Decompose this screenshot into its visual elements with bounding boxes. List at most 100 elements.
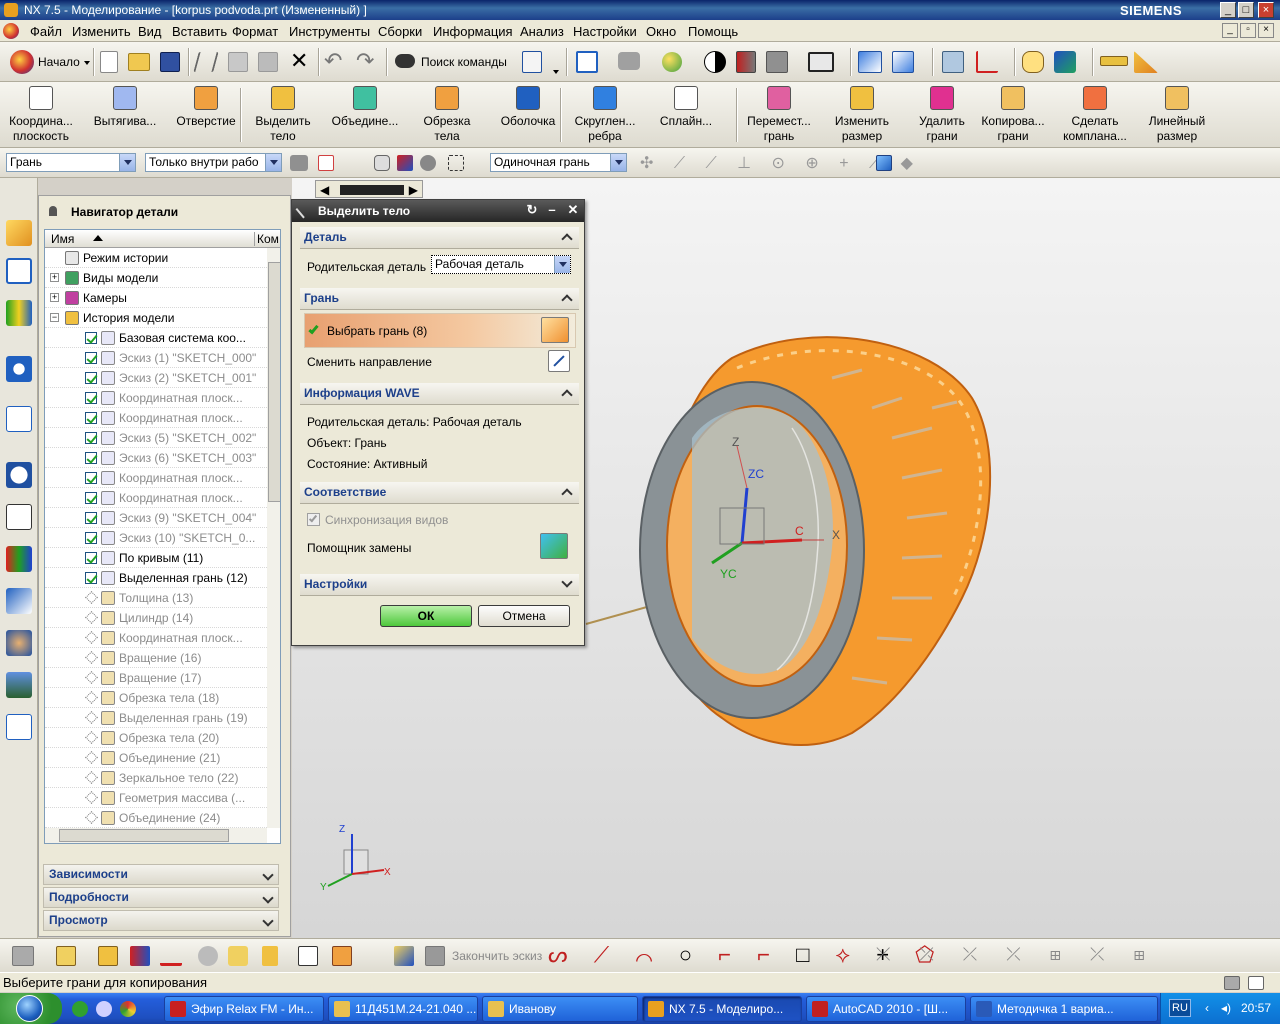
taskbar-task[interactable]: Иванову [482, 996, 638, 1022]
feature-checkbox[interactable] [85, 412, 97, 424]
show-hide-icon[interactable] [420, 155, 436, 171]
section-view-icon[interactable] [736, 51, 756, 73]
section-face[interactable]: Грань [300, 288, 579, 310]
tree-row[interactable]: Координатная плоск... [45, 408, 267, 428]
start-icon[interactable] [10, 50, 34, 74]
mdi-restore-button[interactable]: ▫ [1240, 23, 1256, 38]
roles-icon[interactable] [6, 588, 32, 614]
tree-row[interactable]: Эскиз (6) "SKETCH_003" [45, 448, 267, 468]
preview-section[interactable]: Просмотр [43, 910, 279, 931]
clearance-icon[interactable] [298, 946, 318, 966]
navigator-tree[interactable]: Имя Ком Режим истории + Виды модели + Камеры… [44, 229, 281, 844]
close-icon[interactable]: ✕ [565, 203, 581, 219]
resize-button[interactable]: Изменить размер [826, 84, 898, 146]
feature-checkbox[interactable] [85, 392, 97, 404]
copy-face-button[interactable]: Копирова... грани [978, 84, 1048, 146]
reuse-library-icon[interactable] [6, 300, 32, 326]
hd3d-tools-icon[interactable] [6, 356, 32, 382]
open-folder-icon[interactable] [128, 53, 150, 71]
copy-icon[interactable] [228, 52, 248, 72]
chevron-down-icon[interactable] [554, 256, 570, 273]
part-navigator-icon[interactable] [6, 258, 32, 284]
tree-row[interactable]: Эскиз (1) "SKETCH_000" [45, 348, 267, 368]
datum-plane-button[interactable]: Координа... плоскость [2, 84, 80, 146]
select-face-row[interactable]: Выбрать грань (8) [304, 313, 576, 348]
selection-scope-select[interactable]: Только внутри рабо [145, 153, 282, 172]
replace-assistant-icon[interactable] [540, 533, 568, 559]
sync-views-checkbox[interactable] [307, 513, 320, 526]
name-column-header[interactable]: Имя [51, 232, 74, 246]
tree-row[interactable]: Эскиз (9) "SKETCH_004" [45, 508, 267, 528]
menu-item-8[interactable]: Анализ [520, 24, 564, 39]
start-button[interactable]: Начало [38, 55, 80, 69]
rectangle-select-icon[interactable] [448, 155, 464, 171]
command-finder-button[interactable]: Поиск команды [421, 55, 507, 69]
edit-section-icon[interactable] [766, 51, 788, 73]
tree-row[interactable]: Выделенная грань (12) [45, 568, 267, 588]
manufacturing-wizards-icon[interactable] [6, 546, 32, 572]
expand-icon[interactable]: + [50, 293, 59, 302]
render-style-icon[interactable] [662, 52, 682, 72]
chrome-icon[interactable] [120, 1001, 136, 1017]
feature-checkbox[interactable] [85, 472, 97, 484]
menu-item-3[interactable]: Вставить [172, 24, 227, 39]
reverse-direction-icon[interactable] [548, 350, 570, 372]
edge-blend-button[interactable]: Скруглен... ребра [566, 84, 644, 146]
utorrent-icon[interactable] [72, 1001, 88, 1017]
assembly-navigator-icon[interactable] [6, 220, 32, 246]
dialog-title-bar[interactable]: Выделить тело ↻ – ✕ [292, 200, 584, 222]
body-icon[interactable] [12, 946, 34, 966]
tree-row[interactable]: Вращение (17) [45, 668, 267, 688]
finish-sketch-button[interactable]: Закончить эскиз [452, 949, 542, 963]
wcs-orient-icon[interactable] [892, 51, 914, 73]
tree-row[interactable]: Эскиз (10) "SKETCH_0... [45, 528, 267, 548]
scroll-thumb[interactable] [268, 262, 280, 502]
maximize-button[interactable]: □ [1238, 2, 1254, 18]
feature-checkbox[interactable] [85, 572, 97, 584]
taskbar-task[interactable]: Эфир Relax FM - Ин... [164, 996, 324, 1022]
explode-icon[interactable] [198, 946, 218, 966]
reference-set-icon[interactable] [262, 946, 278, 966]
menu-item-0[interactable]: Файл [30, 24, 62, 39]
feature-checkbox[interactable] [85, 452, 97, 464]
component-icon[interactable] [98, 946, 118, 966]
status-icon[interactable] [1248, 976, 1264, 990]
feature-checkbox[interactable] [85, 552, 97, 564]
section-wave-info[interactable]: Информация WAVE [300, 383, 579, 405]
undo-icon[interactable]: ↶ [324, 50, 342, 72]
comment-column-header[interactable]: Ком [254, 232, 279, 246]
mdi-minimize-button[interactable]: _ [1222, 23, 1238, 38]
history-icon[interactable] [6, 462, 32, 488]
section-part[interactable]: Деталь [300, 227, 579, 249]
process-studio-icon[interactable] [6, 504, 32, 530]
minimize-button[interactable]: _ [1220, 2, 1236, 18]
background-icon[interactable] [808, 52, 834, 72]
type-filter-select[interactable]: Грань [6, 153, 136, 172]
menu-item-4[interactable]: Формат [232, 24, 278, 39]
sequence-icon[interactable] [332, 946, 352, 966]
trim-body-button[interactable]: Обрезка тела [410, 84, 484, 146]
close-button[interactable]: × [1258, 2, 1274, 18]
tray-expand-icon[interactable]: ‹ [1205, 1001, 1209, 1015]
volume-icon[interactable]: ◂) [1221, 1001, 1231, 1015]
menu-item-6[interactable]: Сборки [378, 24, 422, 39]
move-face-button[interactable]: Перемест... грань [742, 84, 816, 146]
wcs-icon[interactable] [858, 51, 882, 73]
section-settings[interactable]: Настройки [300, 574, 579, 596]
start-dropdown-icon[interactable] [84, 61, 90, 65]
nx-logo-icon[interactable] [3, 23, 19, 39]
taskbar-task[interactable]: 11Д451М.24-21.040 ... [328, 996, 478, 1022]
tree-row[interactable]: Толщина (13) [45, 588, 267, 608]
menu-item-1[interactable]: Изменить [72, 24, 131, 39]
paste-icon[interactable] [258, 52, 278, 72]
tree-row[interactable]: Геометрия массива (... [45, 788, 267, 808]
tree-row[interactable]: Обрезка тела (18) [45, 688, 267, 708]
feature-checkbox[interactable] [85, 352, 97, 364]
scroll-thumb[interactable] [59, 829, 229, 842]
delete-face-button[interactable]: Удалить грани [906, 84, 978, 146]
select-features-icon[interactable] [374, 155, 390, 171]
analysis-icon[interactable] [1022, 51, 1044, 73]
feature-checkbox[interactable] [85, 512, 97, 524]
menu-item-7[interactable]: Информация [433, 24, 513, 39]
sketch-icon[interactable] [394, 946, 414, 966]
